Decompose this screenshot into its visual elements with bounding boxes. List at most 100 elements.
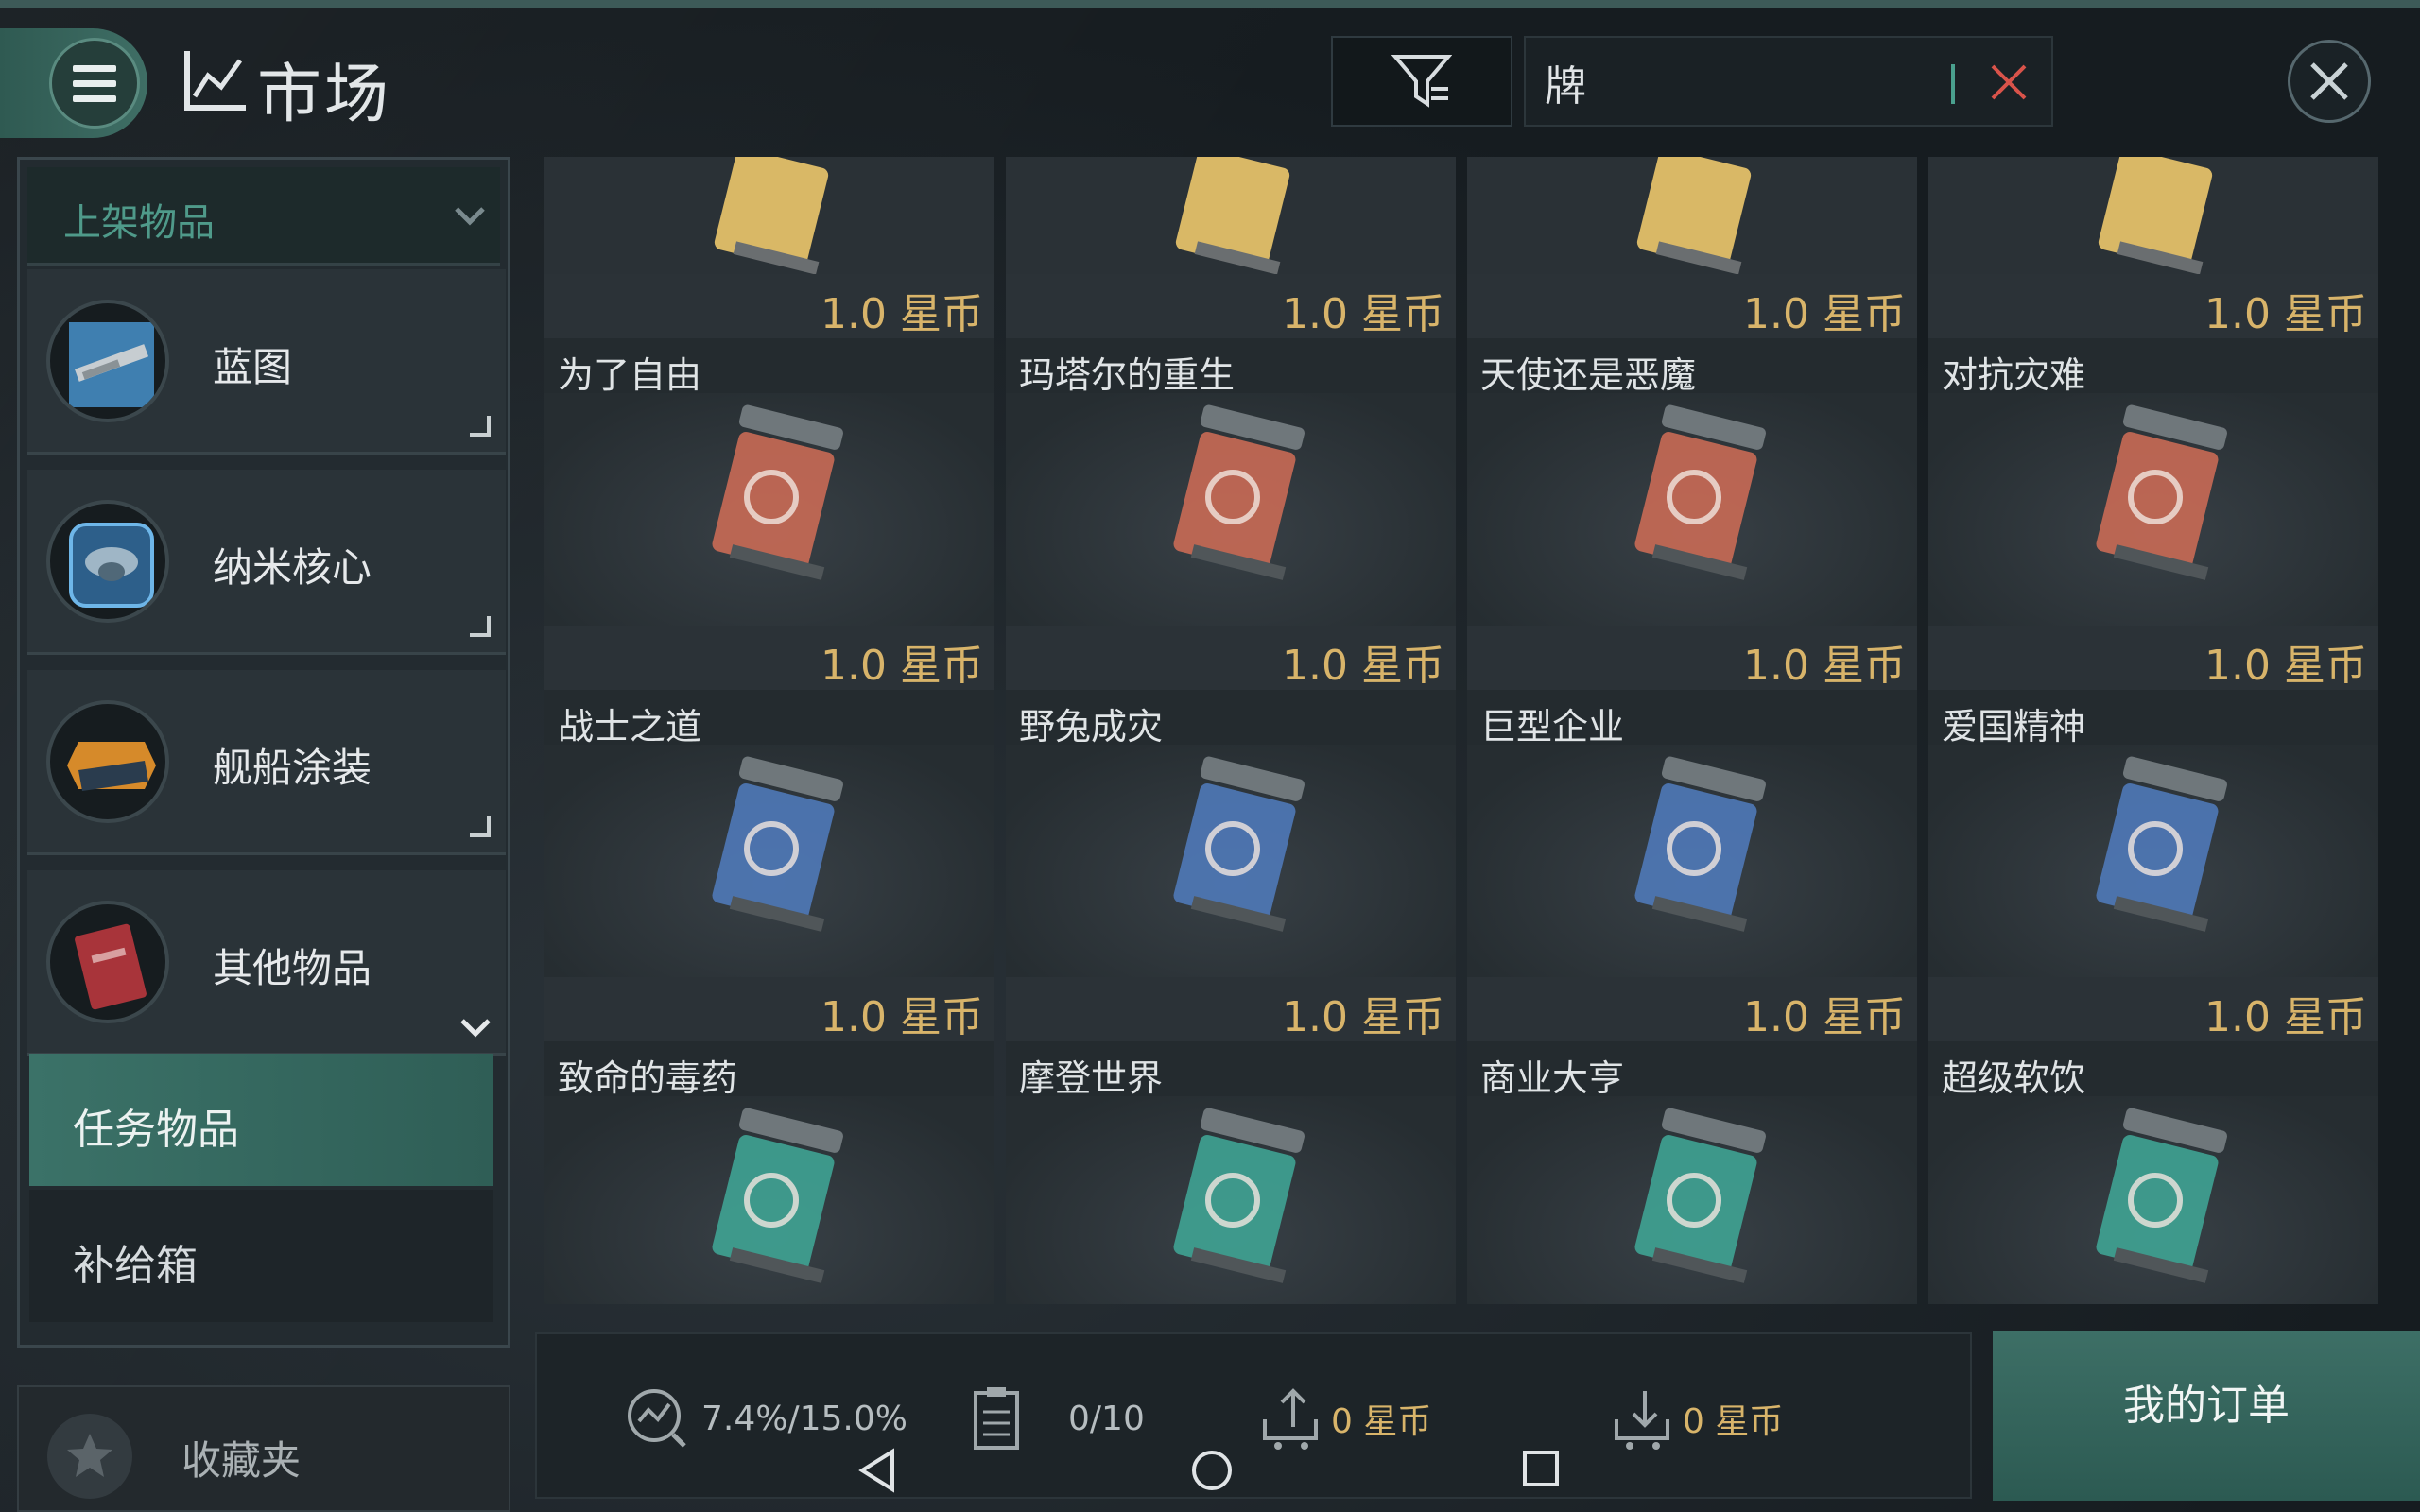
item-name: 巨型企业 xyxy=(1480,706,1625,747)
item-price: 1.0 星币 xyxy=(1282,993,1444,1041)
item-image xyxy=(1928,157,2378,282)
ship-skin-icon xyxy=(46,700,169,823)
item-card[interactable]: 1.0 星币爱国精神 xyxy=(1928,626,2378,977)
item-name-row: 致命的毒药 xyxy=(544,1041,994,1099)
item-name: 爱国精神 xyxy=(1942,706,2086,747)
top-accent-line xyxy=(0,0,2420,8)
back-icon[interactable] xyxy=(856,1448,898,1493)
item-name-row: 超级软饮 xyxy=(1928,1041,2378,1099)
item-image xyxy=(1467,393,1917,626)
filter-button[interactable] xyxy=(1331,36,1512,127)
page-title: 市场 xyxy=(257,58,392,132)
item-card[interactable]: 1.0 星币超级软饮 xyxy=(1928,977,2378,1304)
item-image xyxy=(1467,157,1917,282)
item-price: 1.0 星币 xyxy=(821,993,983,1041)
item-price: 1.0 星币 xyxy=(2204,993,2367,1041)
item-name-row: 巨型企业 xyxy=(1467,690,1917,747)
item-name-row: 野兔成灾 xyxy=(1006,690,1456,747)
item-card-partial[interactable] xyxy=(1006,157,1456,282)
item-image xyxy=(544,745,994,977)
item-card[interactable]: 1.0 星币野兔成灾 xyxy=(1006,626,1456,977)
menu-button[interactable] xyxy=(0,28,147,138)
close-icon xyxy=(2310,62,2348,100)
item-name: 战士之道 xyxy=(558,706,702,747)
item-name-row: 玛塔尔的重生 xyxy=(1006,338,1456,396)
category-ship-skin[interactable]: 舰船涂装 xyxy=(27,670,506,855)
item-card[interactable]: 1.0 星币巨型企业 xyxy=(1467,626,1917,977)
item-card[interactable]: 1.0 星币为了自由 xyxy=(544,274,994,626)
item-card-partial[interactable] xyxy=(1467,157,1917,282)
category-nano-core[interactable]: 纳米核心 xyxy=(27,470,506,655)
item-price: 1.0 星币 xyxy=(821,642,983,690)
item-name-row: 为了自由 xyxy=(544,338,994,396)
item-card[interactable]: 1.0 星币摩登世界 xyxy=(1006,977,1456,1304)
item-name: 致命的毒药 xyxy=(558,1057,738,1099)
item-name: 商业大亨 xyxy=(1480,1057,1625,1099)
category-label: 舰船涂装 xyxy=(213,745,372,791)
subcategory-label: 任务物品 xyxy=(73,1106,239,1154)
item-image xyxy=(1928,393,2378,626)
item-price: 1.0 星币 xyxy=(1282,642,1444,690)
item-image xyxy=(1467,745,1917,977)
other-items-icon xyxy=(46,901,169,1023)
item-image xyxy=(544,157,994,282)
close-button[interactable] xyxy=(2288,40,2371,123)
category-label: 其他物品 xyxy=(213,945,372,991)
item-name-row: 天使还是恶魔 xyxy=(1467,338,1917,396)
nano-core-icon xyxy=(46,500,169,623)
item-image xyxy=(1006,745,1456,977)
item-card-partial[interactable] xyxy=(544,157,994,282)
my-orders-button[interactable]: 我的订单 xyxy=(1993,1331,2420,1501)
hamburger-icon xyxy=(49,38,140,129)
item-card[interactable]: 1.0 星币致命的毒药 xyxy=(544,977,994,1304)
item-name-row: 摩登世界 xyxy=(1006,1041,1456,1099)
item-card[interactable]: 1.0 星币天使还是恶魔 xyxy=(1467,274,1917,626)
tax-rate-value: 7.4%/15.0% xyxy=(701,1399,908,1438)
item-image xyxy=(1928,1096,2378,1304)
android-nav-bar xyxy=(535,1436,1972,1504)
item-price: 1.0 星币 xyxy=(2204,290,2367,338)
item-price: 1.0 星币 xyxy=(1743,642,1906,690)
item-price: 1.0 星币 xyxy=(2204,642,2367,690)
search-input[interactable] xyxy=(1545,51,1942,113)
recent-apps-icon[interactable] xyxy=(1522,1450,1560,1487)
item-name: 摩登世界 xyxy=(1019,1057,1164,1099)
listing-type-dropdown[interactable]: 上架物品 xyxy=(27,167,500,266)
item-image xyxy=(544,1096,994,1304)
subcategory-mission-items[interactable]: 任务物品 xyxy=(29,1054,493,1186)
item-grid: 1.0 星币 为了自由 1.0 星币 玛塔尔的重生 1.0 星币 天使还是恶魔 1.0 星币… xyxy=(533,157,2378,1304)
item-card[interactable]: 1.0 星币商业大亨 xyxy=(1467,977,1917,1304)
search-box xyxy=(1524,36,2053,127)
item-name: 玛塔尔的重生 xyxy=(1019,354,1236,396)
dropdown-label: 上架物品 xyxy=(63,201,215,245)
subcategory-label: 补给箱 xyxy=(73,1242,198,1290)
orders-count-value: 0/10 xyxy=(1068,1399,1145,1438)
category-blueprint[interactable]: 蓝图 xyxy=(27,269,506,455)
item-price: 1.0 星币 xyxy=(821,290,983,338)
clear-search-icon[interactable] xyxy=(1985,59,2032,106)
category-other-items[interactable]: 其他物品 xyxy=(27,870,506,1056)
item-price: 1.0 星币 xyxy=(1743,993,1906,1041)
item-name: 超级软饮 xyxy=(1942,1057,2086,1099)
item-card[interactable]: 1.0 星币玛塔尔的重生 xyxy=(1006,274,1456,626)
item-card[interactable]: 1.0 星币战士之道 xyxy=(544,626,994,977)
item-price: 1.0 星币 xyxy=(1743,290,1906,338)
home-icon[interactable] xyxy=(1189,1448,1235,1493)
item-image xyxy=(1006,157,1456,282)
my-orders-label: 我的订单 xyxy=(2123,1382,2290,1430)
blueprint-icon xyxy=(46,300,169,422)
favorites-label: 收藏夹 xyxy=(182,1437,302,1484)
item-image xyxy=(1006,1096,1456,1304)
item-price: 1.0 星币 xyxy=(1282,290,1444,338)
item-name: 为了自由 xyxy=(558,354,702,396)
filter-icon xyxy=(1392,55,1452,108)
item-name: 天使还是恶魔 xyxy=(1480,354,1697,396)
item-name: 野兔成灾 xyxy=(1019,706,1164,747)
category-sidebar: 上架物品 蓝图 纳米核心 舰船涂装 其他物品 任务物品 补给箱 xyxy=(17,157,510,1348)
item-card[interactable]: 1.0 星币 对抗灾难 xyxy=(1928,274,2378,626)
favorites-button[interactable]: 收藏夹 xyxy=(17,1385,510,1512)
item-card-partial[interactable] xyxy=(1928,157,2378,282)
corner-marker xyxy=(470,616,491,637)
subcategory-supply-crates[interactable]: 补给箱 xyxy=(29,1190,493,1322)
chevron-down-icon xyxy=(460,1019,491,1038)
